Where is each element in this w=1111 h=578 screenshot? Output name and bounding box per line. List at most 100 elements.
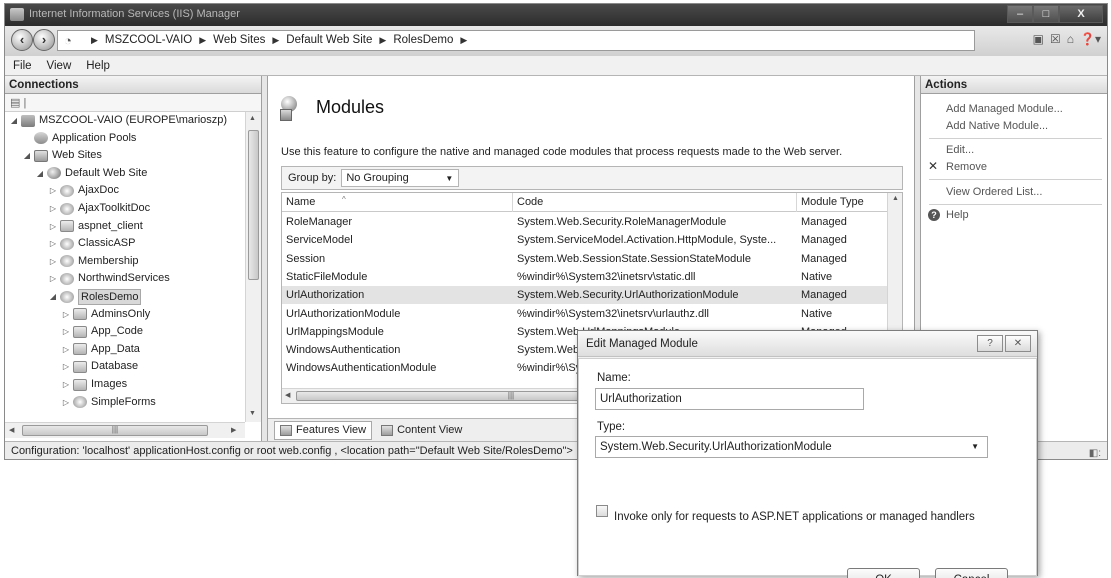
tree-node[interactable]: ▷ Membership <box>48 253 139 270</box>
home-icon[interactable]: ⌂ <box>1067 32 1074 46</box>
scroll-left-arrow[interactable]: ◀ <box>9 426 14 434</box>
tab-content-view[interactable]: Content View <box>375 421 468 440</box>
tree-node[interactable]: ▷ AdminsOnly <box>61 306 150 323</box>
group-by-select[interactable]: No Grouping ▼ <box>341 169 460 187</box>
help-dropdown-icon[interactable]: ❓▾ <box>1080 32 1101 46</box>
tree-horizontal-scrollbar[interactable]: ◀ ||| ▶ <box>5 422 245 438</box>
collapse-arrow-icon[interactable]: ◢ <box>22 147 32 164</box>
name-field[interactable]: UrlAuthorization <box>595 388 864 410</box>
tree-node-label: SimpleForms <box>91 395 156 408</box>
tree-node[interactable]: ◢ Web Sites <box>22 147 102 164</box>
table-row[interactable]: UrlAuthorization System.Web.Security.UrlA… <box>282 286 889 305</box>
tab-features-view[interactable]: Features View <box>274 420 373 440</box>
breadcrumb-item[interactable]: Web Sites <box>213 34 265 46</box>
invoke-only-label: Invoke only for requests to ASP.NET appl… <box>614 511 975 523</box>
refresh-icon[interactable]: ▣ <box>1033 32 1044 46</box>
collapse-arrow-icon[interactable]: ◢ <box>35 165 45 182</box>
tree-node[interactable]: ◢ Default Web Site <box>35 165 147 182</box>
breadcrumb-separator-icon[interactable]: ▶ <box>379 35 386 46</box>
stop-icon[interactable]: ☒ <box>1050 32 1061 46</box>
tree-node[interactable]: ▷ Images <box>61 376 127 393</box>
tree-node[interactable]: Application Pools <box>22 130 136 147</box>
address-bar: ‹ › ◔ ▶ MSZCOOL-VAIO ▶ Web Sites ▶ Default We… <box>5 26 1107 56</box>
application-icon <box>60 202 74 215</box>
tree-vertical-scrollbar[interactable]: ▲ ▼ <box>245 112 261 422</box>
breadcrumb-separator-icon[interactable]: ▶ <box>272 35 279 46</box>
breadcrumb[interactable]: ◔ ▶ MSZCOOL-VAIO ▶ Web Sites ▶ Default Web Si… <box>57 30 975 51</box>
scroll-thumb[interactable] <box>248 130 259 280</box>
collapse-arrow-icon[interactable]: ◢ <box>48 288 58 305</box>
table-row[interactable]: RoleManager System.Web.Security.RoleManag… <box>282 213 889 231</box>
dialog-help-button[interactable]: ? <box>977 335 1003 352</box>
invoke-only-checkbox[interactable] <box>596 505 608 517</box>
expand-arrow-icon[interactable]: ▷ <box>61 341 71 358</box>
ok-button[interactable]: OK <box>847 568 920 578</box>
tree-node[interactable]: ◢ RolesDemo <box>48 288 142 305</box>
breadcrumb-item[interactable]: RolesDemo <box>393 34 453 46</box>
tree-node[interactable]: ▷ App_Data <box>61 341 140 358</box>
cell-name: StaticFileModule <box>286 270 368 283</box>
tree-node[interactable]: ◢ MSZCOOL-VAIO (EUROPE\marioszp) <box>9 112 227 129</box>
cell-name: Session <box>286 252 326 265</box>
dialog-close-button[interactable]: ✕ <box>1005 335 1031 352</box>
tree-node-label: Application Pools <box>52 131 137 144</box>
forward-button[interactable]: › <box>33 29 55 51</box>
menu-item-help[interactable]: Help <box>86 60 110 72</box>
table-row[interactable]: Session System.Web.SessionState.SessionSt… <box>282 250 889 268</box>
edit-link[interactable]: Edit... <box>946 144 974 156</box>
add-managed-module-link[interactable]: Add Managed Module... <box>946 103 1063 115</box>
close-button[interactable]: X <box>1059 5 1103 23</box>
add-native-module-link[interactable]: Add Native Module... <box>946 120 1048 132</box>
tree-node[interactable]: ▷ aspnet_client <box>48 218 143 235</box>
expand-arrow-icon[interactable]: ▷ <box>48 253 58 270</box>
scroll-up-arrow[interactable]: ▲ <box>249 115 256 122</box>
scroll-down-arrow[interactable]: ▼ <box>249 410 256 417</box>
breadcrumb-separator-icon[interactable]: ▶ <box>91 35 98 46</box>
maximize-button[interactable]: □ <box>1033 5 1059 23</box>
column-header-module-type[interactable]: Module Type <box>797 193 889 212</box>
remove-link[interactable]: Remove <box>946 161 987 173</box>
table-row[interactable]: UrlAuthorizationModule %windir%\System32\… <box>282 305 889 323</box>
tree-node[interactable]: ▷ ClassicASP <box>48 235 135 252</box>
column-header-code[interactable]: Code <box>513 193 797 212</box>
expand-arrow-icon[interactable]: ▷ <box>48 270 58 287</box>
collapse-arrow-icon[interactable]: ◢ <box>9 112 19 129</box>
expand-arrow-icon[interactable]: ▷ <box>48 182 58 199</box>
expand-arrow-icon[interactable]: ▷ <box>61 358 71 375</box>
breadcrumb-separator-icon[interactable]: ▶ <box>199 35 206 46</box>
tree-node[interactable]: ▷ Database <box>61 358 138 375</box>
back-button[interactable]: ‹ <box>11 29 33 51</box>
scroll-left-arrow[interactable]: ◀ <box>285 391 290 399</box>
view-ordered-list-link[interactable]: View Ordered List... <box>946 186 1042 198</box>
help-link[interactable]: Help <box>946 209 969 221</box>
tree-node[interactable]: ▷ NorthwindServices <box>48 270 170 287</box>
tree-node[interactable]: ▷ App_Code <box>61 323 143 340</box>
table-row[interactable]: ServiceModel System.ServiceModel.Activati… <box>282 231 889 249</box>
cancel-button[interactable]: Cancel <box>935 568 1008 578</box>
minimize-button[interactable]: – <box>1007 5 1033 23</box>
tree-node[interactable]: ▷ AjaxToolkitDoc <box>48 200 150 217</box>
breadcrumb-separator-icon[interactable]: ▶ <box>460 35 467 46</box>
menu-item-view[interactable]: View <box>47 60 72 72</box>
expand-arrow-icon[interactable]: ▷ <box>61 376 71 393</box>
folder-icon <box>73 308 87 321</box>
expand-arrow-icon[interactable]: ▷ <box>48 235 58 252</box>
expand-arrow-icon[interactable]: ▷ <box>61 306 71 323</box>
expand-arrow-icon[interactable]: ▷ <box>48 200 58 217</box>
tree-node[interactable]: ▷ AjaxDoc <box>48 182 119 199</box>
table-row[interactable]: StaticFileModule %windir%\System32\inetsr… <box>282 268 889 286</box>
connect-icon[interactable]: ▤ | <box>10 96 26 109</box>
column-header-name[interactable]: Name ^ <box>282 193 513 212</box>
expand-arrow-icon[interactable]: ▷ <box>61 323 71 340</box>
type-combobox[interactable]: System.Web.Security.UrlAuthorizationModu… <box>595 436 988 458</box>
expand-arrow-icon[interactable]: ▷ <box>61 394 71 411</box>
tree-node[interactable]: ▷ SimpleForms <box>61 394 156 411</box>
scroll-up-arrow[interactable]: ▲ <box>892 195 899 202</box>
menu-item-file[interactable]: File <box>13 60 32 72</box>
expand-arrow-icon[interactable]: ▷ <box>48 218 58 235</box>
scroll-right-arrow[interactable]: ▶ <box>231 426 236 434</box>
tree-node-label: App_Code <box>91 325 143 338</box>
breadcrumb-item[interactable]: Default Web Site <box>286 34 372 46</box>
breadcrumb-item[interactable]: MSZCOOL-VAIO <box>105 34 192 46</box>
scroll-thumb[interactable]: ||| <box>22 425 208 436</box>
